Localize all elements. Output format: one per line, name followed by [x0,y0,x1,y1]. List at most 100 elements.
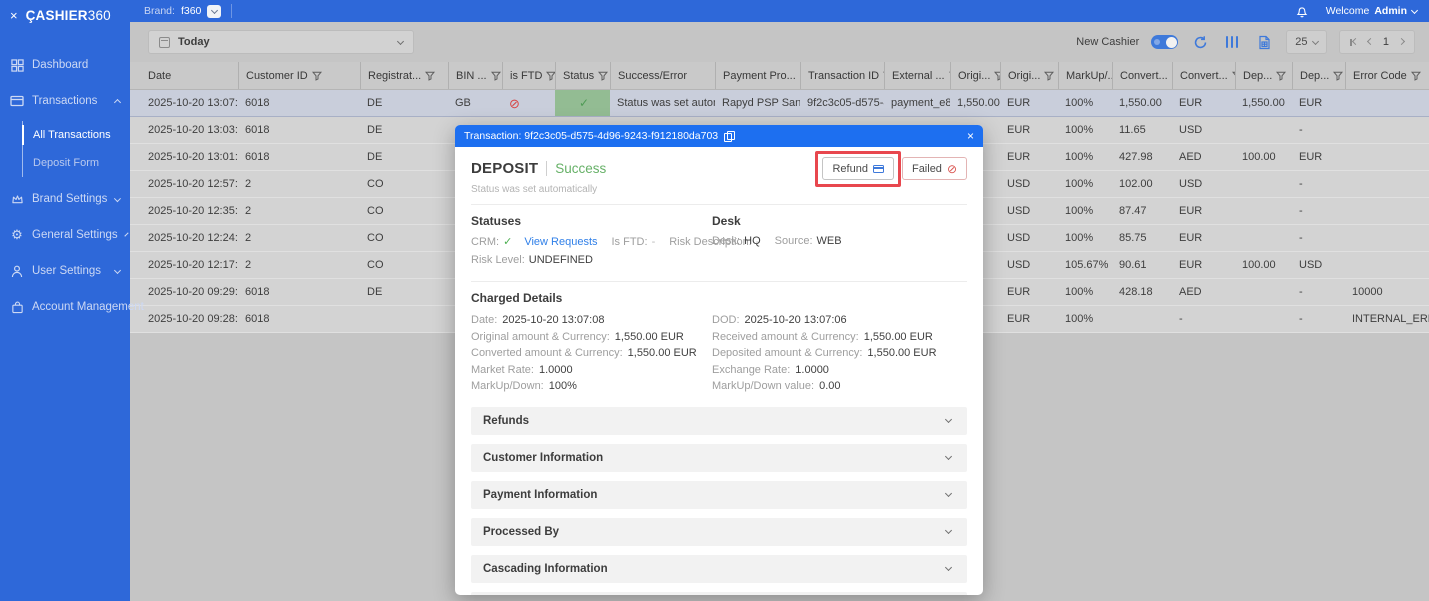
column-header-bin[interactable]: BIN ... [448,62,502,89]
notifications-bell-icon[interactable] [1292,1,1312,21]
view-requests-link[interactable]: View Requests [524,236,597,248]
column-header-convert[interactable]: Convert... [1172,62,1235,89]
accordion-payment-information[interactable]: Payment Information [471,481,967,509]
sidebar-item-transactions[interactable]: Transactions [0,83,130,119]
table-row[interactable]: 2025-10-20 13:07:086018DEGB⊘✓Status was … [130,90,1429,117]
column-header-origi[interactable]: Origi... [950,62,1000,89]
table-cell: 2 [238,198,360,224]
column-header-convert[interactable]: Convert... [1112,62,1172,89]
charged-details-left: Date:2025-10-20 13:07:08Original amount … [471,312,712,395]
detail-row: MarkUp/Down value:0.00 [712,378,967,395]
refund-button[interactable]: Refund [822,157,893,180]
column-header-customer-id[interactable]: Customer ID [238,62,360,89]
chevron-down-icon [211,6,218,13]
refresh-icon[interactable] [1190,32,1210,52]
detail-value: 100% [549,378,577,395]
table-cell: USD [1172,117,1235,143]
accordion-processed-by[interactable]: Processed By [471,518,967,546]
detail-label: MarkUp/Down value: [712,378,814,395]
table-cell: 2025-10-20 12:57:16 [148,171,238,197]
sidebar-item-brand-settings[interactable]: Brand Settings [0,181,130,217]
filter-funnel-icon[interactable] [1333,71,1343,81]
detail-label: MarkUp/Down: [471,378,544,395]
chevron-down-icon [945,564,952,571]
new-cashier-toggle[interactable] [1151,35,1178,49]
filter-funnel-icon[interactable] [1276,71,1286,81]
column-header-markup[interactable]: MarkUp/... [1058,62,1112,89]
table-cell: 102.00 [1112,171,1172,197]
column-label: Payment Pro... [723,70,796,82]
table-cell: - [1172,306,1235,332]
prev-page-button[interactable] [1368,41,1373,44]
column-header-dep[interactable]: Dep... [1292,62,1345,89]
sidebar-item-general-settings[interactable]: ⚙ General Settings [0,217,130,253]
column-label: Error Code [1353,70,1407,82]
detail-row: Market Rate:1.0000 [471,362,712,379]
table-cell: USD [1000,171,1058,197]
column-header-success-error[interactable]: Success/Error [610,62,715,89]
desk-value: HQ [744,235,761,247]
page-size-dropdown[interactable]: 25 [1286,30,1327,54]
accordion-label: Cascading Information [483,563,946,575]
sidebar-item-user-settings[interactable]: User Settings [0,253,130,289]
accordion-customer-information[interactable]: Customer Information [471,444,967,472]
table-cell [1345,144,1429,170]
copy-icon[interactable] [724,131,733,141]
detail-value: 1,550.00 EUR [867,345,936,362]
column-header-origi[interactable]: Origi... [1000,62,1058,89]
close-icon[interactable]: × [967,129,974,143]
date-filter-dropdown[interactable]: Today [148,30,414,54]
accordion-cascading-information[interactable]: Cascading Information [471,555,967,583]
detail-value: 2025-10-20 13:07:08 [502,312,604,329]
column-header-date[interactable]: Date [148,62,238,89]
filter-funnel-icon[interactable] [1044,71,1054,81]
table-cell: EUR [1000,117,1058,143]
filter-funnel-icon[interactable] [312,71,322,81]
columns-icon[interactable] [1222,32,1242,52]
brand-dropdown[interactable] [207,5,221,18]
column-label: is FTD [510,70,542,82]
column-header-transaction-id[interactable]: Transaction ID [800,62,884,89]
modal-titlebar: Transaction: 9f2c3c05-d575-4d96-9243-f91… [455,125,983,147]
column-header-is-ftd[interactable]: is FTD [502,62,555,89]
table-cell: AED [1172,279,1235,305]
table-cell: 10000 [1345,279,1429,305]
user-menu[interactable]: Welcome Admin [1326,5,1417,17]
filter-funnel-icon[interactable] [598,71,608,81]
column-header-registrat[interactable]: Registrat... [360,62,448,89]
table-cell: 427.98 [1112,144,1172,170]
table-cell: 100% [1058,279,1112,305]
column-header-external[interactable]: External ... [884,62,950,89]
statuses-heading: Statuses [471,214,712,228]
column-header-error-code[interactable]: Error Code [1345,62,1429,89]
column-header-payment-pro[interactable]: Payment Pro... [715,62,800,89]
table-cell: - [1292,117,1345,143]
sidebar-item-deposit-form[interactable]: Deposit Form [23,149,130,177]
sidebar-item-account-management[interactable]: Account Management [0,289,130,325]
accordion-status-change-history[interactable]: Status Change History [471,592,967,596]
sidebar-item-dashboard[interactable]: Dashboard [0,47,130,83]
brand-value: f360 [181,5,201,17]
failed-button-label: Failed [912,163,942,175]
filter-funnel-icon[interactable] [546,71,555,81]
export-excel-icon[interactable] [1254,32,1274,52]
filter-funnel-icon[interactable] [1411,71,1421,81]
next-page-button[interactable] [1399,41,1404,44]
column-label: BIN ... [456,70,487,82]
first-page-button[interactable] [1350,39,1357,46]
column-header-dep[interactable]: Dep... [1235,62,1292,89]
column-header-status[interactable]: Status [555,62,610,89]
column-label: Origi... [1008,70,1040,82]
table-header-row: DateCustomer IDRegistrat... BIN ... is FTD… [130,62,1429,90]
filter-funnel-icon[interactable] [491,71,501,81]
column-label: Status [563,70,594,82]
date-filter-value: Today [178,36,390,48]
column-label: Success/Error [618,70,687,82]
filter-funnel-icon[interactable] [425,71,435,81]
table-cell: 1,550.00 [1112,90,1172,116]
blocked-icon: ⊘ [509,97,520,110]
failed-button[interactable]: Failed ⊘ [902,157,967,180]
sidebar-collapse-icon[interactable]: × [10,8,18,23]
accordion-refunds[interactable]: Refunds [471,407,967,435]
sidebar-item-all-transactions[interactable]: All Transactions [23,121,130,149]
